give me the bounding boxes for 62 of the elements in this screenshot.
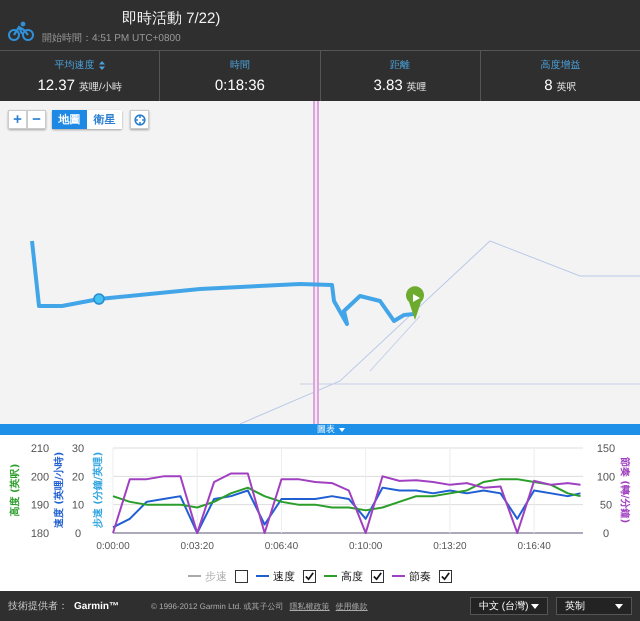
activity-title: 即時活動 7/22) xyxy=(122,10,220,28)
footer-link[interactable]: 隱私權政策 xyxy=(290,600,330,612)
footer-link[interactable]: 使用條款 xyxy=(336,600,368,612)
provider-label: 技術提供者： xyxy=(8,600,68,613)
caret-icon xyxy=(339,428,345,432)
x-tick-label: 0:00:00 xyxy=(96,541,130,552)
stat-label: 時間 xyxy=(230,58,250,72)
axis-title: 速度 (英哩/小時) xyxy=(54,452,65,528)
x-tick-label: 0:03:20 xyxy=(180,541,214,552)
start-pin-icon xyxy=(406,286,424,320)
stat-unit: 英呎 xyxy=(556,80,577,94)
stat-label: 平均速度 xyxy=(54,58,95,72)
legend-checkbox[interactable] xyxy=(303,570,316,582)
stat-value: 3.83 xyxy=(374,77,403,94)
start-time: 開始時間：4:51 PM UTC+0800 xyxy=(42,32,182,44)
y-tick-label: 20 xyxy=(72,471,84,484)
y-tick-label: 100 xyxy=(596,471,616,484)
axis-title: 高度 (英呎) xyxy=(10,464,21,516)
language-dropdown[interactable]: 中文 (台灣) xyxy=(470,597,548,615)
y-tick-label: 200 xyxy=(30,471,50,484)
y-tick-label: 210 xyxy=(30,443,50,455)
x-tick-label: 0:06:40 xyxy=(264,541,298,552)
units-dropdown[interactable]: 英制 xyxy=(556,597,632,615)
y-tick-label: 50 xyxy=(600,500,612,512)
axis-title: 節奏 (轉/分鐘) xyxy=(619,456,630,524)
y-tick-label: 30 xyxy=(72,443,84,455)
stat-label: 高度增益 xyxy=(540,58,580,72)
stat-value: 12.37 xyxy=(37,77,75,94)
legend-checkbox[interactable] xyxy=(371,570,384,582)
axis-title: 步速 (分鐘/英哩) xyxy=(93,452,104,528)
zoom-out-button[interactable]: − xyxy=(27,110,46,129)
stat-unit: 英哩/小時 xyxy=(79,80,122,94)
x-tick-label: 0:16:40 xyxy=(517,541,551,552)
legend-checkbox[interactable] xyxy=(439,570,452,582)
sort-icon[interactable] xyxy=(98,60,105,70)
map-type-tab[interactable]: 地圖 xyxy=(52,110,87,129)
stat-label: 距離 xyxy=(390,59,410,72)
stat-value: 8 xyxy=(544,77,553,94)
copyright-text: © 1996-2012 Garmin Ltd. 或其子公司 xyxy=(151,600,284,612)
y-tick-label: 0 xyxy=(602,528,610,540)
caret-icon xyxy=(615,604,623,608)
provider-name: Garmin™ xyxy=(74,600,120,612)
legend-label: 速度 xyxy=(273,570,295,584)
stat-unit: 英哩 xyxy=(406,80,427,94)
zoom-in-button[interactable]: + xyxy=(8,110,27,129)
legend-label: 節奏 xyxy=(409,570,431,584)
x-tick-label: 0:13:20 xyxy=(433,541,467,552)
y-tick-label: 180 xyxy=(30,528,50,540)
caret-icon xyxy=(531,604,539,608)
locate-button[interactable] xyxy=(130,110,149,129)
y-tick-label: 150 xyxy=(596,443,616,455)
legend-label: 步速 xyxy=(205,570,227,584)
position-marker-icon xyxy=(93,293,105,305)
chart-toggle[interactable]: 圖表 xyxy=(295,424,345,435)
x-tick-label: 0:10:00 xyxy=(349,541,382,552)
y-tick-label: 10 xyxy=(72,500,84,512)
y-tick-label: 0 xyxy=(74,528,82,540)
y-tick-label: 190 xyxy=(30,500,50,512)
stat-value: 0:18:36 xyxy=(214,77,265,94)
cyclist-icon xyxy=(8,21,34,41)
map-type-tab[interactable]: 衛星 xyxy=(87,110,122,129)
legend-label: 高度 xyxy=(341,570,363,584)
